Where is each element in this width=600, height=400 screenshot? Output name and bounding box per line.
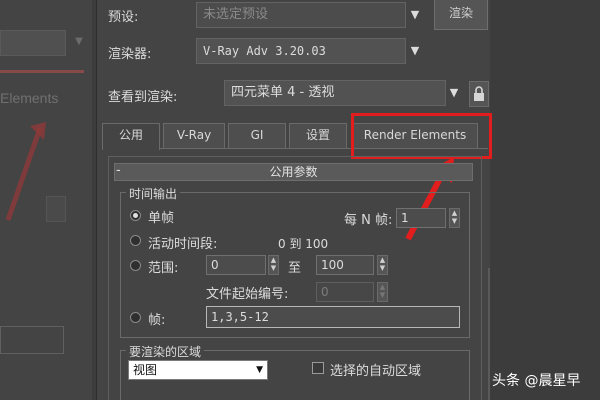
renderer-label: 渲染器: [108,47,152,62]
preset-dropdown[interactable]: 未选定预设 [196,2,406,28]
range-end-spinner[interactable]: ▲ ▼ [377,255,388,275]
lock-view-button[interactable] [469,81,489,107]
single-frame-label: 单帧 [148,211,175,226]
render-button[interactable]: 渲染 [434,0,488,30]
chevron-down-icon: ▼ [256,365,263,375]
active-time-segment-value: 0 到 100 [278,237,329,251]
auto-region-label: 选择的自动区域 [330,364,422,379]
chevron-down-icon[interactable]: ▼ [444,81,464,105]
file-start-number-label: 文件起始编号: [206,287,289,302]
active-time-segment-label: 活动时间段: [148,237,218,252]
auto-region-checkbox[interactable] [312,362,324,374]
collapse-icon[interactable]: - [116,163,128,181]
tab-gi[interactable]: GI [228,123,286,148]
tab-vray[interactable]: V-Ray [163,123,225,148]
frames-label: 帧: [148,313,166,328]
time-output-title: 时间输出 [126,185,181,202]
view-to-render-label: 查看到渲染: [108,90,178,105]
tab-settings[interactable]: 设置 [289,123,347,148]
every-n-frames-spinner[interactable]: ▲ ▼ [449,208,460,228]
right-background [490,0,600,400]
view-to-render-dropdown[interactable]: 四元菜单 4 - 透视 [224,80,446,106]
range-end-field[interactable]: 100 [316,255,374,275]
chevron-down-icon[interactable]: ▼ [405,39,425,63]
file-start-number-spinner[interactable]: ▲ ▼ [377,282,388,302]
annotation-highlight-box [351,113,492,159]
background-chevron-down-icon: ▼ [75,36,83,47]
rollout-header[interactable]: 公用参数 [114,163,473,181]
area-to-render-value: 视图 [133,363,158,377]
background-box [0,326,64,354]
chevron-down-icon[interactable]: ▼ [405,3,425,27]
scrollbar[interactable] [488,268,490,400]
preset-label: 预设: [108,10,139,25]
area-to-render-dropdown[interactable]: 视图 ▼ [128,360,268,380]
range-to-label: 至 [288,261,302,276]
range-start-spinner[interactable]: ▲ ▼ [268,255,279,275]
file-start-number-field[interactable]: 0 [316,282,374,302]
lock-icon [474,86,484,101]
every-n-frames-field[interactable]: 1 [396,208,446,228]
radio-single-frame[interactable] [130,210,141,221]
range-label: 范围: [148,261,179,276]
radio-active-time-segment[interactable] [130,235,141,246]
renderer-dropdown[interactable]: V-Ray Adv 3.20.03 [196,38,406,64]
tab-common[interactable]: 公用 [102,123,160,150]
area-to-render-title: 要渲染的区域 [126,343,205,360]
watermark: 头条 @晨星早 [492,373,581,389]
frames-field[interactable]: 1,3,5-12 [206,306,460,328]
range-start-field[interactable]: 0 [206,255,266,275]
background-dropdown [0,30,66,56]
background-red-line [0,70,84,73]
radio-frames[interactable] [130,312,141,323]
background-tab-label: Elements [0,90,59,106]
every-n-frames-label: 每 N 帧: [344,213,393,228]
background-spinner [46,196,66,222]
radio-range[interactable] [130,260,141,271]
